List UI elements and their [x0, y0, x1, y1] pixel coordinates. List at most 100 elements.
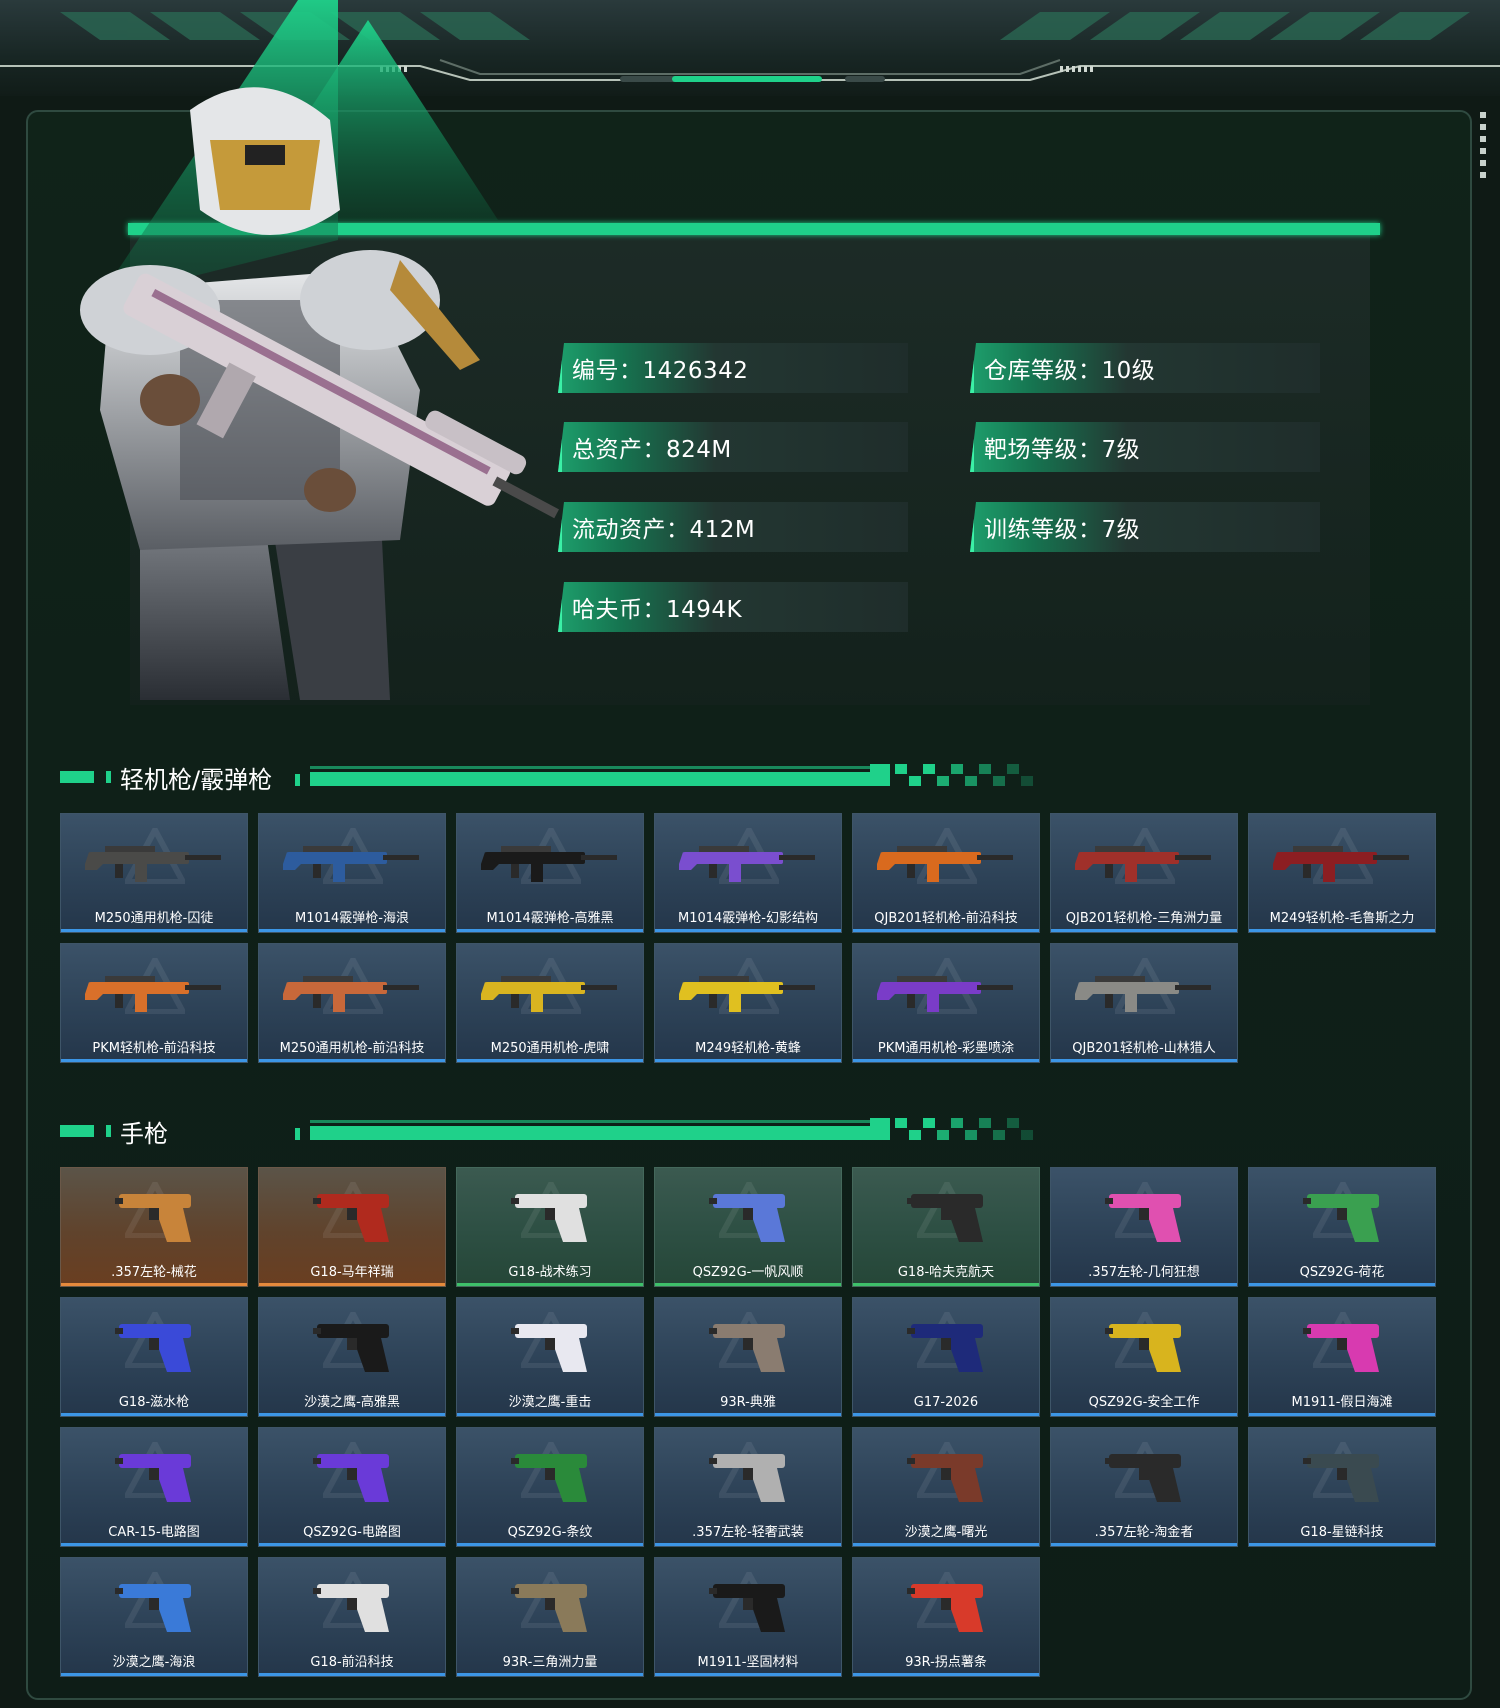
weapon-card[interactable]: CAR-15-电路图 — [60, 1427, 248, 1547]
rarity-bar — [259, 1413, 445, 1416]
section-header-bar — [106, 771, 111, 783]
rarity-bar — [61, 929, 247, 932]
section-header-bar — [60, 771, 94, 783]
rarity-bar — [655, 1413, 841, 1416]
weapon-card[interactable]: QJB201轻机枪-前沿科技 — [852, 813, 1040, 933]
weapon-card[interactable]: M1014霰弹枪-海浪 — [258, 813, 446, 933]
weapon-card[interactable]: .357左轮-轻奢武装 — [654, 1427, 842, 1547]
weapon-icon — [907, 1584, 983, 1632]
weapon-card[interactable]: M250通用机枪-虎啸 — [456, 943, 644, 1063]
weapon-card-name: G18-星链科技 — [1300, 1525, 1384, 1540]
weapon-icon — [709, 1324, 785, 1372]
stat-id: 编号：1426342 — [558, 343, 908, 393]
weapon-card-name: M1014霰弹枪-幻影结构 — [678, 911, 818, 926]
weapon-card[interactable]: M250通用机枪-囚徒 — [60, 813, 248, 933]
weapon-card[interactable]: 93R-典雅 — [654, 1297, 842, 1417]
weapon-card[interactable]: 沙漠之鹰-海浪 — [60, 1557, 248, 1677]
weapon-card[interactable]: G18-前沿科技 — [258, 1557, 446, 1677]
weapon-icon — [115, 1324, 191, 1372]
weapon-card[interactable]: QJB201轻机枪-三角洲力量 — [1050, 813, 1238, 933]
weapon-card[interactable]: QSZ92G-一帆风顺 — [654, 1167, 842, 1287]
weapon-card[interactable]: QSZ92G-条纹 — [456, 1427, 644, 1547]
weapon-icon — [1273, 846, 1409, 882]
weapon-card[interactable]: M1911-坚固材料 — [654, 1557, 842, 1677]
stat-liquid-assets: 流动资产：412M — [558, 502, 908, 552]
weapon-icon — [1105, 1454, 1181, 1502]
weapon-icon — [877, 976, 1013, 1012]
section-title-lmg: 轻机枪/霰弹枪 — [120, 766, 273, 794]
weapon-card[interactable]: QJB201轻机枪-山林猎人 — [1050, 943, 1238, 1063]
weapon-card[interactable]: M249轻机枪-毛鲁斯之力 — [1248, 813, 1436, 933]
stat-range-level-label: 靶场等级：7级 — [984, 437, 1141, 463]
rarity-bar — [457, 1059, 643, 1062]
weapon-card[interactable]: QSZ92G-安全工作 — [1050, 1297, 1238, 1417]
weapon-card-name: 沙漠之鹰-高雅黑 — [304, 1395, 400, 1410]
section-title-pistol: 手枪 — [120, 1120, 168, 1148]
weapon-card[interactable]: M249轻机枪-黄蜂 — [654, 943, 842, 1063]
weapon-card[interactable]: M1014霰弹枪-高雅黑 — [456, 813, 644, 933]
stat-training-level: 训练等级：7级 — [970, 502, 1320, 552]
weapon-card-name: M1911-坚固材料 — [697, 1655, 799, 1670]
rarity-bar — [655, 1283, 841, 1286]
weapon-card[interactable]: M1911-假日海滩 — [1248, 1297, 1436, 1417]
weapon-card[interactable]: 沙漠之鹰-高雅黑 — [258, 1297, 446, 1417]
weapon-card-name: QSZ92G-条纹 — [507, 1525, 593, 1540]
rarity-bar — [259, 1283, 445, 1286]
weapon-icon — [115, 1584, 191, 1632]
weapon-card[interactable]: G17-2026 — [852, 1297, 1040, 1417]
weapon-card-name: G18-战术练习 — [508, 1265, 592, 1280]
weapon-card[interactable]: M250通用机枪-前沿科技 — [258, 943, 446, 1063]
weapon-card[interactable]: G18-战术练习 — [456, 1167, 644, 1287]
weapon-card-name: 沙漠之鹰-重击 — [508, 1395, 592, 1410]
weapon-icon — [283, 976, 419, 1012]
weapon-card-name: QJB201轻机枪-山林猎人 — [1072, 1041, 1216, 1056]
weapon-card[interactable]: G18-滋水枪 — [60, 1297, 248, 1417]
weapon-card[interactable]: 沙漠之鹰-重击 — [456, 1297, 644, 1417]
scroll-indicator[interactable] — [1480, 112, 1486, 182]
weapon-card-name: .357左轮-轻奢武装 — [692, 1525, 804, 1540]
weapon-card[interactable]: .357左轮-淘金者 — [1050, 1427, 1238, 1547]
rarity-bar — [61, 1413, 247, 1416]
weapon-card-name: QSZ92G-安全工作 — [1088, 1395, 1200, 1410]
weapon-card[interactable]: .357左轮-械花 — [60, 1167, 248, 1287]
stat-training-level-label: 训练等级：7级 — [984, 517, 1141, 543]
weapon-card[interactable]: 93R-拐点薯条 — [852, 1557, 1040, 1677]
weapon-card[interactable]: QSZ92G-电路图 — [258, 1427, 446, 1547]
stat-total-assets-label: 总资产：824M — [572, 437, 732, 463]
weapon-icon — [511, 1194, 587, 1242]
weapon-icon — [313, 1194, 389, 1242]
weapon-card[interactable]: PKM通用机枪-彩墨喷涂 — [852, 943, 1040, 1063]
weapon-icon — [313, 1454, 389, 1502]
weapon-card[interactable]: G18-马年祥瑞 — [258, 1167, 446, 1287]
rarity-bar — [1051, 1283, 1237, 1286]
weapon-card-name: M250通用机枪-虎啸 — [490, 1041, 610, 1056]
weapon-icon — [481, 846, 617, 882]
rarity-bar — [853, 1413, 1039, 1416]
weapon-card-name: QSZ92G-一帆风顺 — [692, 1265, 804, 1280]
section-header-pistol: 手枪 — [60, 1112, 1070, 1152]
weapon-card[interactable]: PKM轻机枪-前沿科技 — [60, 943, 248, 1063]
section-line-decor — [295, 1118, 1033, 1140]
weapon-card-name: G17-2026 — [913, 1395, 979, 1410]
weapon-card[interactable]: 93R-三角洲力量 — [456, 1557, 644, 1677]
weapon-icon — [1303, 1324, 1379, 1372]
weapon-icon — [1303, 1194, 1379, 1242]
weapon-card[interactable]: QSZ92G-荷花 — [1248, 1167, 1436, 1287]
weapon-card[interactable]: G18-星链科技 — [1248, 1427, 1436, 1547]
rarity-bar — [655, 1673, 841, 1676]
weapon-card[interactable]: M1014霰弹枪-幻影结构 — [654, 813, 842, 933]
weapon-icon — [679, 976, 815, 1012]
weapon-icon — [511, 1584, 587, 1632]
rarity-bar — [457, 929, 643, 932]
weapon-card[interactable]: .357左轮-几何狂想 — [1050, 1167, 1238, 1287]
weapon-card[interactable]: G18-哈夫克航天 — [852, 1167, 1040, 1287]
weapon-card-name: CAR-15-电路图 — [108, 1525, 200, 1540]
rarity-bar — [61, 1673, 247, 1676]
weapon-card[interactable]: 沙漠之鹰-曙光 — [852, 1427, 1040, 1547]
rarity-bar — [1249, 1543, 1435, 1546]
weapon-card-name: .357左轮-械花 — [111, 1265, 197, 1280]
weapon-card-name: G18-前沿科技 — [310, 1655, 394, 1670]
rarity-bar — [655, 1543, 841, 1546]
rarity-bar — [853, 1283, 1039, 1286]
stat-warehouse-level-label: 仓库等级：10级 — [984, 358, 1156, 384]
